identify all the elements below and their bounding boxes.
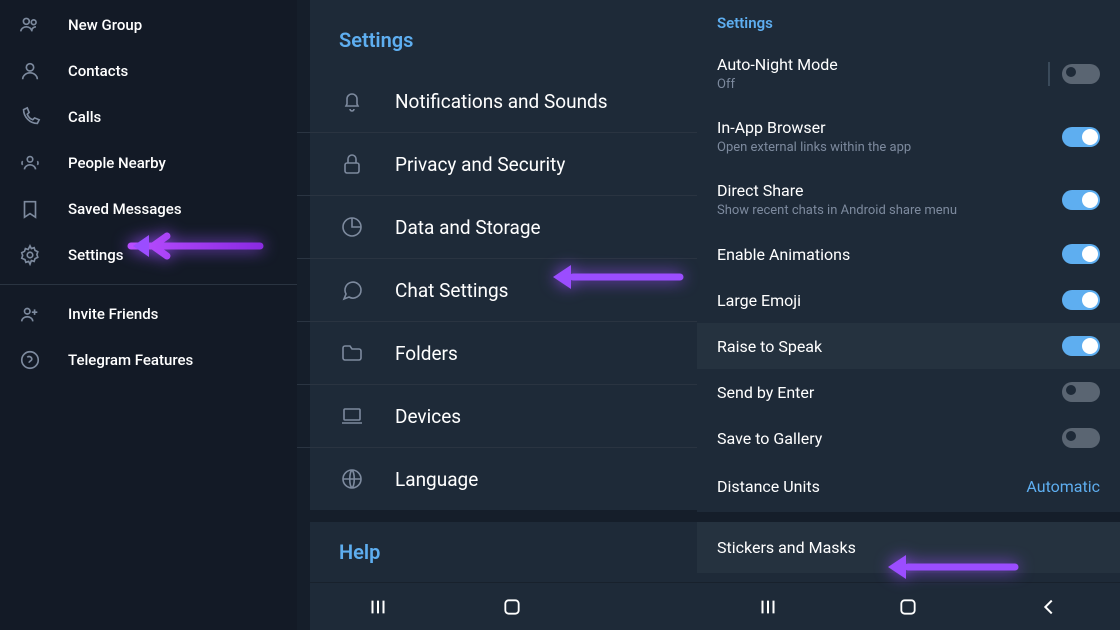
row-distance-units[interactable]: Distance Units Automatic: [697, 461, 1120, 512]
home-icon[interactable]: [502, 597, 522, 617]
settings-item-data-storage[interactable]: Data and Storage: [297, 196, 697, 259]
sidebar-label: People Nearby: [68, 154, 166, 172]
toggle-switch[interactable]: [1062, 382, 1100, 402]
settings-item-notifications[interactable]: Notifications and Sounds: [297, 70, 697, 133]
settings-item-devices[interactable]: Devices: [297, 385, 697, 448]
toggle-title: In-App Browser: [717, 118, 1062, 137]
toggle-title: Send by Enter: [717, 383, 1062, 402]
sidebar-item-people-nearby[interactable]: People Nearby: [0, 140, 297, 186]
help-icon: [18, 348, 42, 372]
invite-icon: [18, 302, 42, 326]
folder-icon: [339, 340, 365, 366]
globe-icon: [339, 466, 365, 492]
toggle-raise-to-speak[interactable]: Raise to Speak: [697, 323, 1120, 369]
chat-icon: [339, 277, 365, 303]
toggle-subtitle: Off: [717, 77, 1048, 92]
toggle-large-emoji[interactable]: Large Emoji: [697, 277, 1120, 323]
nearby-icon: [18, 151, 42, 175]
section-gap: [297, 510, 697, 522]
settings-label: Notifications and Sounds: [395, 90, 608, 113]
settings-header: Settings: [297, 0, 697, 70]
toggle-switch[interactable]: [1062, 64, 1100, 84]
laptop-icon: [339, 403, 365, 429]
settings-item-folders[interactable]: Folders: [297, 322, 697, 385]
settings-item-chat-settings[interactable]: Chat Settings: [297, 259, 697, 322]
divider: [0, 284, 297, 285]
toggle-switch[interactable]: [1062, 428, 1100, 448]
sidebar-item-new-group[interactable]: New Group: [0, 2, 297, 48]
toggle-direct-share[interactable]: Direct Share Show recent chats in Androi…: [697, 168, 1120, 231]
value-text: Automatic: [1026, 477, 1100, 496]
toggle-switch[interactable]: [1062, 244, 1100, 264]
toggle-switch[interactable]: [1062, 336, 1100, 356]
toggle-save-to-gallery[interactable]: Save to Gallery: [697, 415, 1120, 461]
toggle-subtitle: Open external links within the app: [717, 140, 1062, 155]
recent-icon[interactable]: [367, 596, 389, 618]
toggle-send-by-enter[interactable]: Send by Enter: [697, 369, 1120, 415]
pie-icon: [339, 214, 365, 240]
lock-icon: [339, 151, 365, 177]
sidebar-label: Invite Friends: [68, 305, 158, 323]
group-icon: [18, 13, 42, 37]
bell-icon: [339, 88, 365, 114]
nav-bar: [697, 582, 1120, 630]
contact-icon: [18, 59, 42, 83]
sidebar: New Group Contacts Calls People Nearby S…: [0, 0, 297, 630]
settings-label: Devices: [395, 405, 461, 428]
sidebar-item-saved-messages[interactable]: Saved Messages: [0, 186, 297, 232]
toggle-in-app-browser[interactable]: In-App Browser Open external links withi…: [697, 105, 1120, 168]
settings-item-language[interactable]: Language: [297, 448, 697, 510]
sidebar-label: Telegram Features: [68, 351, 193, 369]
toggle-switch[interactable]: [1062, 290, 1100, 310]
settings-label: Chat Settings: [395, 279, 508, 302]
toggle-switch[interactable]: [1062, 190, 1100, 210]
chat-settings-panel: Settings Auto-Night Mode Off In-App Brow…: [697, 0, 1120, 630]
nav-bar: •: [310, 582, 697, 630]
toggle-switch[interactable]: [1062, 127, 1100, 147]
toggle-enable-animations[interactable]: Enable Animations: [697, 231, 1120, 277]
toggle-title: Direct Share: [717, 181, 1062, 200]
sidebar-item-telegram-features[interactable]: Telegram Features: [0, 337, 297, 383]
toggle-title: Save to Gallery: [717, 429, 1062, 448]
sidebar-label: Settings: [68, 246, 124, 264]
settings-panel: Settings Notifications and Sounds Privac…: [297, 0, 697, 630]
back-icon[interactable]: [1038, 596, 1060, 618]
gap: [697, 512, 1120, 522]
sidebar-label: Calls: [68, 108, 101, 126]
gear-icon: [18, 243, 42, 267]
value-title: Distance Units: [717, 477, 1026, 496]
bookmark-icon: [18, 197, 42, 221]
row-stickers-masks[interactable]: Stickers and Masks: [697, 522, 1120, 573]
recent-icon[interactable]: [757, 596, 779, 618]
settings-label: Folders: [395, 342, 458, 365]
settings-label: Privacy and Security: [395, 153, 565, 176]
home-icon[interactable]: [898, 597, 918, 617]
chat-settings-header: Settings: [697, 0, 1120, 42]
settings-label: Data and Storage: [395, 216, 541, 239]
sidebar-label: Saved Messages: [68, 200, 182, 218]
settings-item-privacy[interactable]: Privacy and Security: [297, 133, 697, 196]
sidebar-label: New Group: [68, 16, 142, 34]
sidebar-item-contacts[interactable]: Contacts: [0, 48, 297, 94]
help-header: Help: [297, 522, 697, 582]
sidebar-item-settings[interactable]: Settings: [0, 232, 297, 278]
settings-label: Language: [395, 468, 478, 491]
toggle-auto-night-mode[interactable]: Auto-Night Mode Off: [697, 42, 1120, 105]
sidebar-item-invite-friends[interactable]: Invite Friends: [0, 291, 297, 337]
toggle-title: Large Emoji: [717, 291, 1062, 310]
sidebar-item-calls[interactable]: Calls: [0, 94, 297, 140]
toggle-subtitle: Show recent chats in Android share menu: [717, 203, 1062, 218]
toggle-title: Raise to Speak: [717, 337, 1062, 356]
toggle-title: Auto-Night Mode: [717, 55, 1048, 74]
sep: [1048, 62, 1050, 86]
phone-icon: [18, 105, 42, 129]
sidebar-label: Contacts: [68, 62, 128, 80]
value-title: Stickers and Masks: [717, 538, 1100, 557]
toggle-title: Enable Animations: [717, 245, 1062, 264]
